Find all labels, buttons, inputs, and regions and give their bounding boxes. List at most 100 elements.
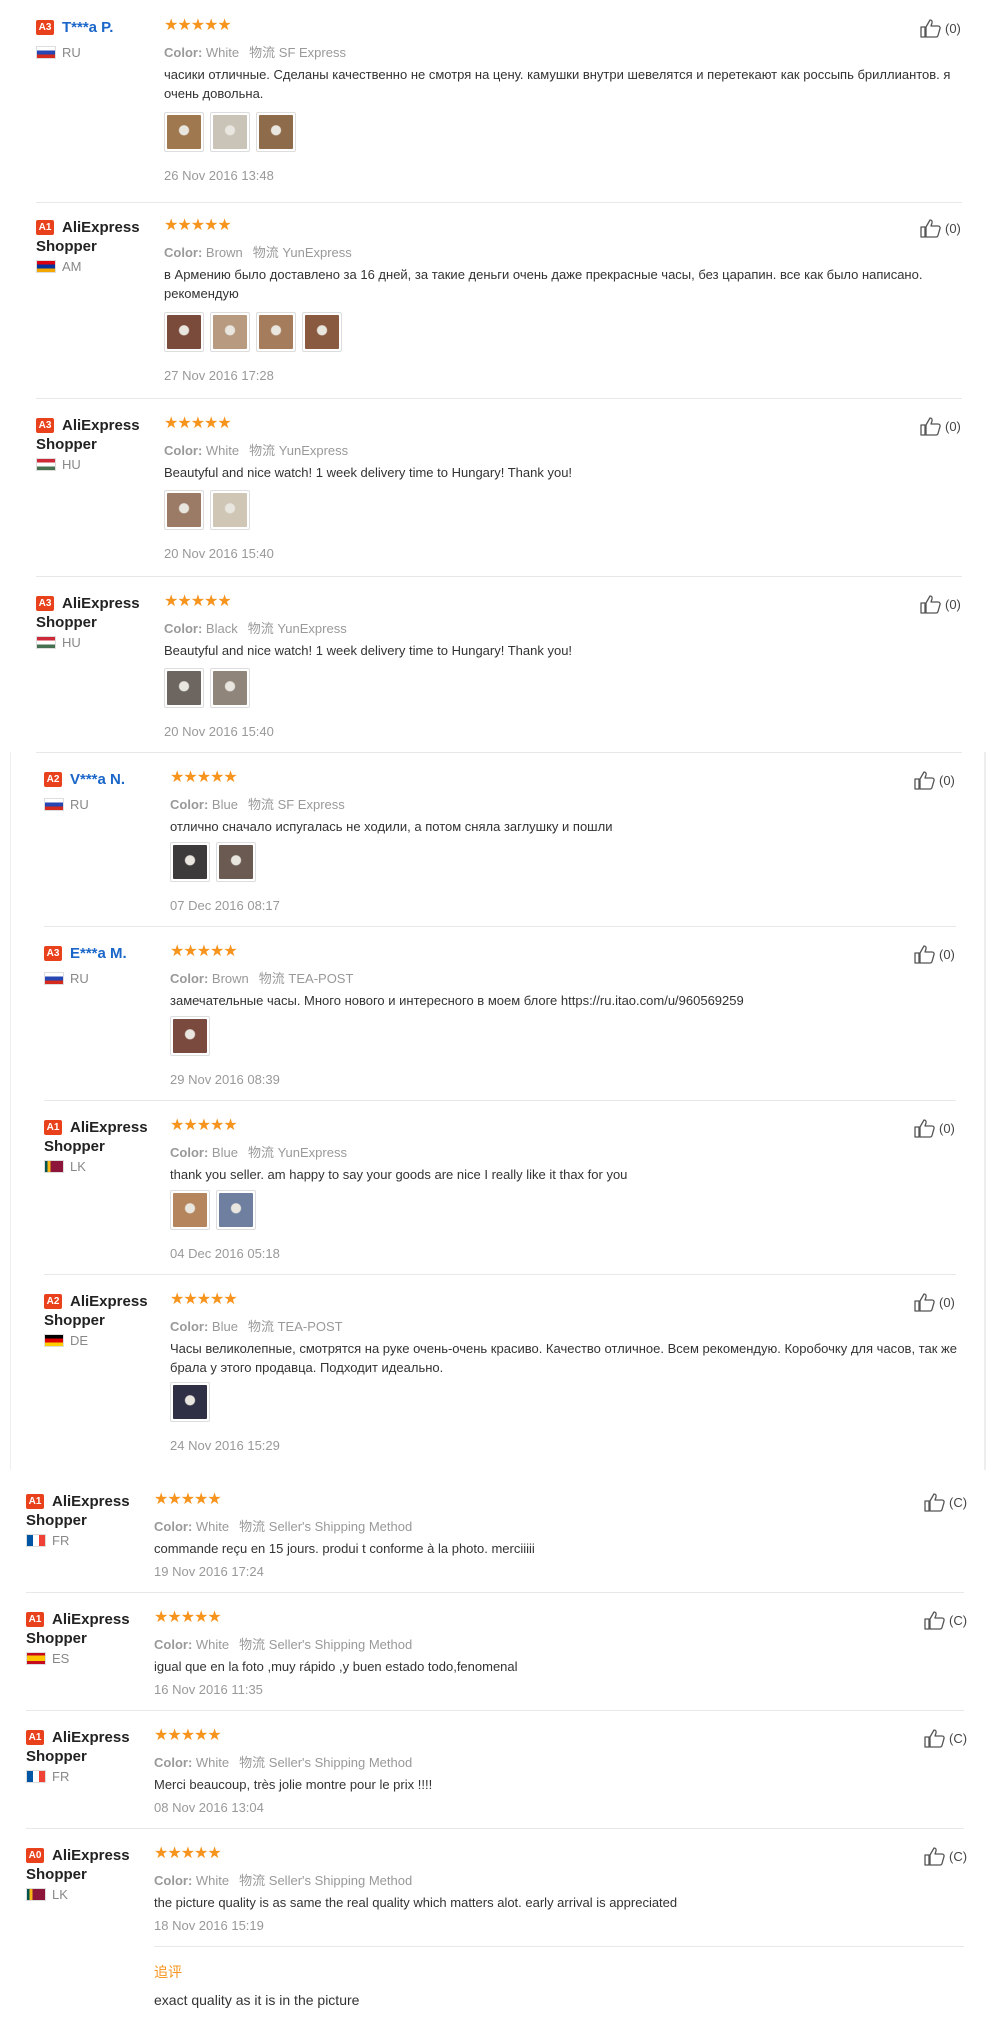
helpful-button[interactable]: (0) (914, 1292, 955, 1312)
reviewer-country: FR (52, 1533, 70, 1548)
rating-stars: ★★★★★ (170, 769, 238, 786)
thumbs-up-icon (914, 944, 936, 964)
helpful-button[interactable]: (C) (924, 1728, 967, 1748)
review-photos (170, 1382, 210, 1422)
reviewer-country: ES (52, 1651, 70, 1666)
reviewer-name[interactable]: T***a P. (62, 18, 113, 37)
review-photo-thumbnail[interactable] (170, 842, 210, 882)
helpful-count: (C) (949, 1730, 968, 1746)
review-date: 26 Nov 2016 13:48 (164, 168, 274, 183)
reviewer-country: RU (70, 971, 89, 986)
review-text: Часы великолепные, смотрятся на руке оче… (170, 1341, 957, 1375)
shipping-label: 物流 (249, 45, 276, 60)
review-photos (170, 842, 256, 882)
helpful-count: (0) (945, 220, 961, 236)
shipping-label: 物流 (258, 971, 285, 986)
member-level-badge: A3 (44, 946, 62, 961)
country-flag-icon (36, 46, 56, 59)
helpful-button[interactable]: (0) (920, 594, 961, 614)
helpful-button[interactable]: (C) (924, 1610, 967, 1630)
shipping-label: 物流 (252, 245, 279, 260)
reviewer-name: AliExpress Shopper (26, 1493, 130, 1529)
review-photo-thumbnail[interactable] (210, 490, 250, 530)
reviewer-country: AM (62, 259, 82, 274)
review-item: A1 AliExpress Shopper FR ★★★★★ Color: White 物… (0, 1710, 1000, 1830)
helpful-button[interactable]: (0) (914, 770, 955, 790)
shipping-method: YunExpress (278, 443, 349, 458)
helpful-button[interactable]: (0) (920, 18, 961, 38)
rating-stars: ★★★★★ (154, 1727, 222, 1744)
review-photo-thumbnail[interactable] (164, 490, 204, 530)
reviewer-country: LK (70, 1159, 86, 1174)
reviewer-name: AliExpress Shopper (26, 1729, 130, 1765)
color-value: White (195, 1637, 230, 1652)
review-date: 20 Nov 2016 15:40 (164, 546, 274, 561)
helpful-button[interactable]: (0) (914, 1118, 955, 1138)
review-text: в Армению было доставлено за 16 дней, за… (164, 267, 923, 301)
rating-stars: ★★★★★ (170, 1291, 238, 1308)
review-photo-thumbnail[interactable] (164, 312, 204, 352)
helpful-button[interactable]: (0) (920, 416, 961, 436)
reviewer-name: AliExpress Shopper (44, 1293, 148, 1329)
reviewer-name[interactable]: V***a N. (70, 770, 125, 789)
review-photo-thumbnail[interactable] (210, 312, 250, 352)
review-photo-thumbnail[interactable] (164, 112, 204, 152)
review-photo-thumbnail[interactable] (256, 312, 296, 352)
review-photo-thumbnail[interactable] (256, 112, 296, 152)
helpful-button[interactable]: (C) (924, 1846, 967, 1866)
review-item: A3 T***a P. RU ★★★★★ Color: White 物流 SF Expre… (0, 0, 1000, 204)
color-value: Blue (211, 1145, 238, 1160)
review-properties: Color: White 物流 YunExpress (164, 440, 348, 459)
color-label: Color: (154, 1873, 193, 1888)
helpful-count: (C) (949, 1494, 968, 1510)
country-flag-icon (26, 1770, 46, 1783)
reviewer-name: AliExpress Shopper (36, 417, 140, 453)
review-text: часики отличные. Сделаны качественно не … (164, 67, 951, 101)
rating-stars: ★★★★★ (154, 1609, 222, 1626)
country-flag-icon (36, 636, 56, 649)
helpful-count: (0) (939, 1120, 955, 1136)
rating-stars: ★★★★★ (170, 1117, 238, 1134)
review-item: A1 AliExpress Shopper FR ★★★★★ Color: White 物… (0, 1474, 1000, 1594)
rating-stars: ★★★★★ (164, 415, 232, 432)
country-flag-icon (44, 1334, 64, 1347)
color-label: Color: (170, 971, 209, 986)
review-photo-thumbnail[interactable] (170, 1016, 210, 1056)
color-label: Color: (154, 1519, 193, 1534)
reviewer-name: AliExpress Shopper (44, 1119, 148, 1155)
helpful-button[interactable]: (0) (920, 218, 961, 238)
review-photo-thumbnail[interactable] (170, 1190, 210, 1230)
review-text: igual que en la foto ,muy rápido ,y buen… (154, 1659, 518, 1674)
review-photos (170, 1190, 256, 1230)
review-properties: Color: White 物流 SF Express (164, 42, 346, 61)
reviewer-country: HU (62, 635, 81, 650)
review-photo-thumbnail[interactable] (216, 842, 256, 882)
review-photo-thumbnail[interactable] (170, 1382, 210, 1422)
review-photos (164, 668, 250, 708)
review-photo-thumbnail[interactable] (164, 668, 204, 708)
review-text: Merci beaucoup, très jolie montre pour l… (154, 1777, 433, 1792)
review-photo-thumbnail[interactable] (216, 1190, 256, 1230)
thumbs-up-icon (924, 1492, 946, 1512)
helpful-count: (C) (949, 1612, 968, 1628)
helpful-button[interactable]: (0) (914, 944, 955, 964)
review-date: 08 Nov 2016 13:04 (154, 1800, 264, 1815)
review-photo-thumbnail[interactable] (210, 668, 250, 708)
rating-stars: ★★★★★ (154, 1845, 222, 1862)
review-photo-thumbnail[interactable] (302, 312, 342, 352)
helpful-button[interactable]: (C) (924, 1492, 967, 1512)
color-value: Brown (205, 245, 243, 260)
color-label: Color: (164, 45, 203, 60)
review-photo-thumbnail[interactable] (210, 112, 250, 152)
thumbs-up-icon (920, 594, 942, 614)
reviewer-name[interactable]: E***a M. (70, 944, 127, 963)
country-flag-icon (44, 972, 64, 985)
rating-stars: ★★★★★ (164, 17, 232, 34)
review-date: 16 Nov 2016 11:35 (154, 1682, 263, 1697)
review-date: 18 Nov 2016 15:19 (154, 1918, 264, 1933)
country-flag-icon (44, 1160, 64, 1173)
rating-stars: ★★★★★ (170, 943, 238, 960)
reviewer-country: FR (52, 1769, 70, 1784)
review-photos (164, 312, 342, 352)
review-properties: Color: Brown 物流 YunExpress (164, 242, 352, 261)
